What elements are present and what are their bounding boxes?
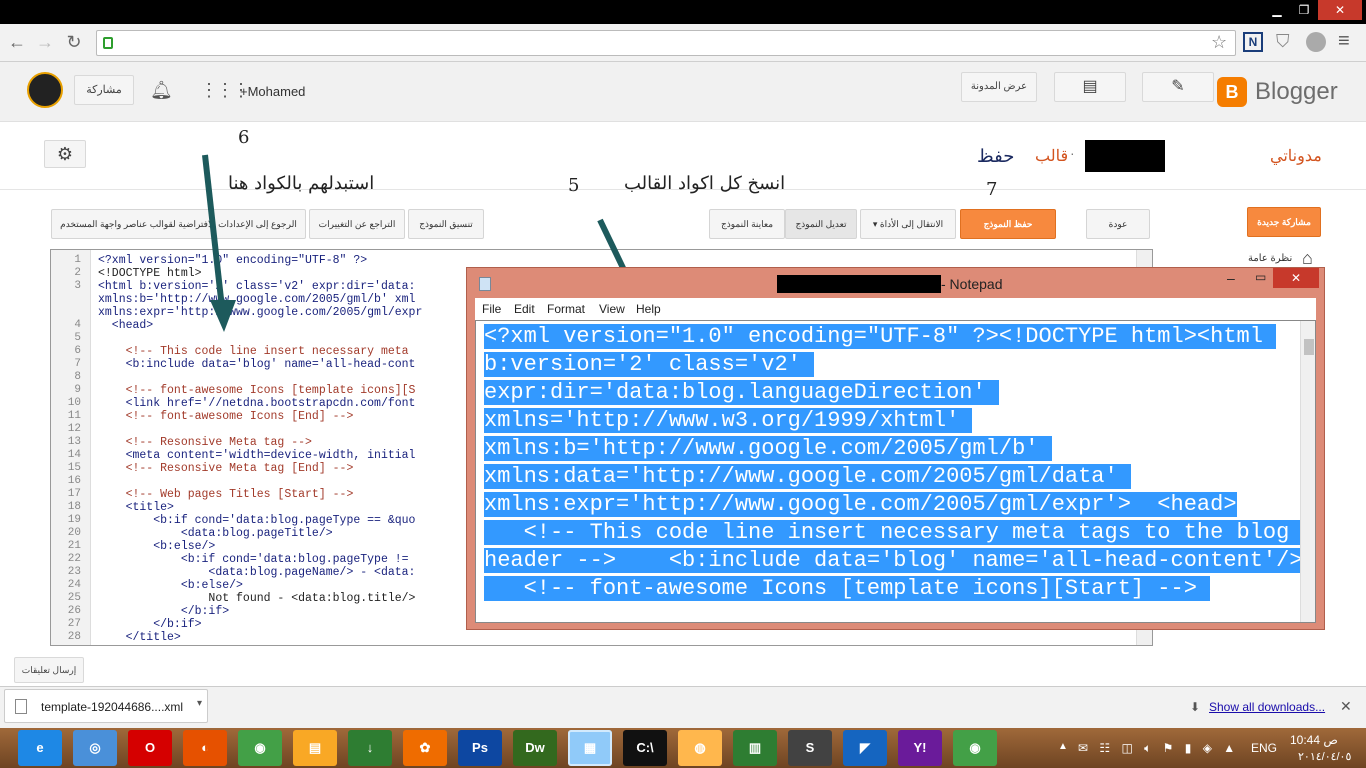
notepad-window[interactable]: - Notepad – ▭ ✕ File Edit Format View He… — [466, 267, 1325, 630]
send-feedback-button[interactable]: إرسال تعليقات — [14, 657, 84, 683]
selected-text[interactable]: xmlns:data='http://www.google.com/2005/g… — [484, 464, 1131, 489]
notepad-maximize-button[interactable]: ▭ — [1255, 270, 1266, 284]
menu-view[interactable]: View — [599, 302, 625, 316]
selected-text[interactable]: <?xml version="1.0" encoding="UTF-8" ?><… — [484, 324, 1277, 349]
app-icon[interactable]: ◍ — [678, 730, 722, 766]
selected-text[interactable]: <!-- font-awesome Icons [template icons]… — [484, 576, 1211, 601]
cmd-icon[interactable]: C:\ — [623, 730, 667, 766]
selected-text[interactable]: xmlns:b='http://www.google.com/2005/gml/… — [484, 436, 1052, 461]
yahoo-icon[interactable]: Y! — [898, 730, 942, 766]
notepad-text-line: xmlns:data='http://www.google.com/2005/g… — [484, 463, 1131, 491]
notepad-scrollbar[interactable] — [1300, 321, 1315, 622]
file-icon — [15, 699, 27, 714]
chrome2-icon[interactable]: ◉ — [953, 730, 997, 766]
paint-icon[interactable]: ✿ — [403, 730, 447, 766]
selected-text[interactable]: xmlns:expr='http://www.google.com/2005/g… — [484, 492, 1237, 517]
show-all-downloads-link[interactable]: Show all downloads... — [1209, 700, 1325, 714]
chrome-icon[interactable]: ◉ — [238, 730, 282, 766]
scrollbar-thumb[interactable] — [1304, 339, 1314, 355]
tray-icons: ✉ ☷ ◫ 🔈︎ ⚑ ▮ ◈ ▲ — [1078, 741, 1240, 755]
notepad-text-line: b:version='2' class='v2' — [484, 351, 815, 379]
notepad-text-line: <!-- This code line insert necessary met… — [484, 519, 1303, 547]
notepad-title: - Notepad — [941, 276, 1003, 292]
sublime-icon[interactable]: S — [788, 730, 832, 766]
idm-icon[interactable]: ↓ — [348, 730, 392, 766]
safari-icon[interactable]: ◎ — [73, 730, 117, 766]
notepad-app-icon — [479, 277, 491, 291]
dreamweaver-icon[interactable]: Dw — [513, 730, 557, 766]
selected-text[interactable]: xmlns='http://www.w3.org/1999/xhtml' — [484, 408, 973, 433]
notepad-text-line: <!-- font-awesome Icons [template icons]… — [484, 575, 1211, 603]
download-item[interactable]: template-192044686....xml ▾ — [4, 689, 208, 723]
notepad-text-line: <?xml version="1.0" encoding="UTF-8" ?><… — [484, 323, 1277, 351]
close-downloads-bar-icon[interactable]: ✕ — [1340, 698, 1352, 715]
download-arrow-icon: ⬇ — [1190, 700, 1201, 714]
menu-file[interactable]: File — [482, 302, 501, 316]
opera-icon[interactable]: O — [128, 730, 172, 766]
notepad-text-line: xmlns='http://www.w3.org/1999/xhtml' — [484, 407, 973, 435]
clock-date: ٢٠١٤/٠٤/٠٥ — [1298, 751, 1352, 763]
menu-format[interactable]: Format — [547, 302, 585, 316]
notepad-icon[interactable]: ▦ — [568, 730, 612, 766]
notepad-text-line: xmlns:b='http://www.google.com/2005/gml/… — [484, 435, 1052, 463]
selected-text[interactable]: expr:dir='data:blog.languageDirection' — [484, 380, 999, 405]
download-filename: template-192044686....xml — [41, 700, 184, 714]
excel-icon[interactable]: ▥ — [733, 730, 777, 766]
photoshop-icon[interactable]: Ps — [458, 730, 502, 766]
arrow-head-left — [210, 300, 236, 332]
explorer-icon[interactable]: ▤ — [293, 730, 337, 766]
notepad-close-button[interactable]: ✕ — [1273, 268, 1319, 288]
input-language[interactable]: ENG — [1251, 741, 1277, 755]
selected-text[interactable]: b:version='2' class='v2' — [484, 352, 815, 377]
notepad-text-line: expr:dir='data:blog.languageDirection' — [484, 379, 999, 407]
firefox-icon[interactable]: ◐ — [183, 730, 227, 766]
menu-help[interactable]: Help — [636, 302, 661, 316]
menu-edit[interactable]: Edit — [514, 302, 535, 316]
selected-text[interactable]: header --> <b:include data='blog' name='… — [484, 548, 1303, 573]
notepad-text-line: header --> <b:include data='blog' name='… — [484, 547, 1303, 575]
ie-icon[interactable]: e — [18, 730, 62, 766]
selected-text[interactable]: <!-- This code line insert necessary met… — [484, 520, 1303, 545]
shark-icon[interactable]: ◤ — [843, 730, 887, 766]
tray-expand-icon[interactable]: ▲ — [1058, 741, 1068, 752]
download-menu-chevron-icon[interactable]: ▾ — [197, 698, 202, 709]
clock-time[interactable]: 10:44 ص — [1290, 733, 1338, 747]
notepad-text-line: xmlns:expr='http://www.google.com/2005/g… — [484, 491, 1237, 519]
notepad-menubar: File Edit Format View Help — [475, 298, 1316, 320]
arrow-line-left — [202, 154, 225, 309]
file-name-redacted — [777, 275, 941, 293]
notepad-minimize-button[interactable]: – — [1227, 270, 1235, 286]
notepad-text-area[interactable]: <?xml version="1.0" encoding="UTF-8" ?><… — [475, 320, 1316, 623]
